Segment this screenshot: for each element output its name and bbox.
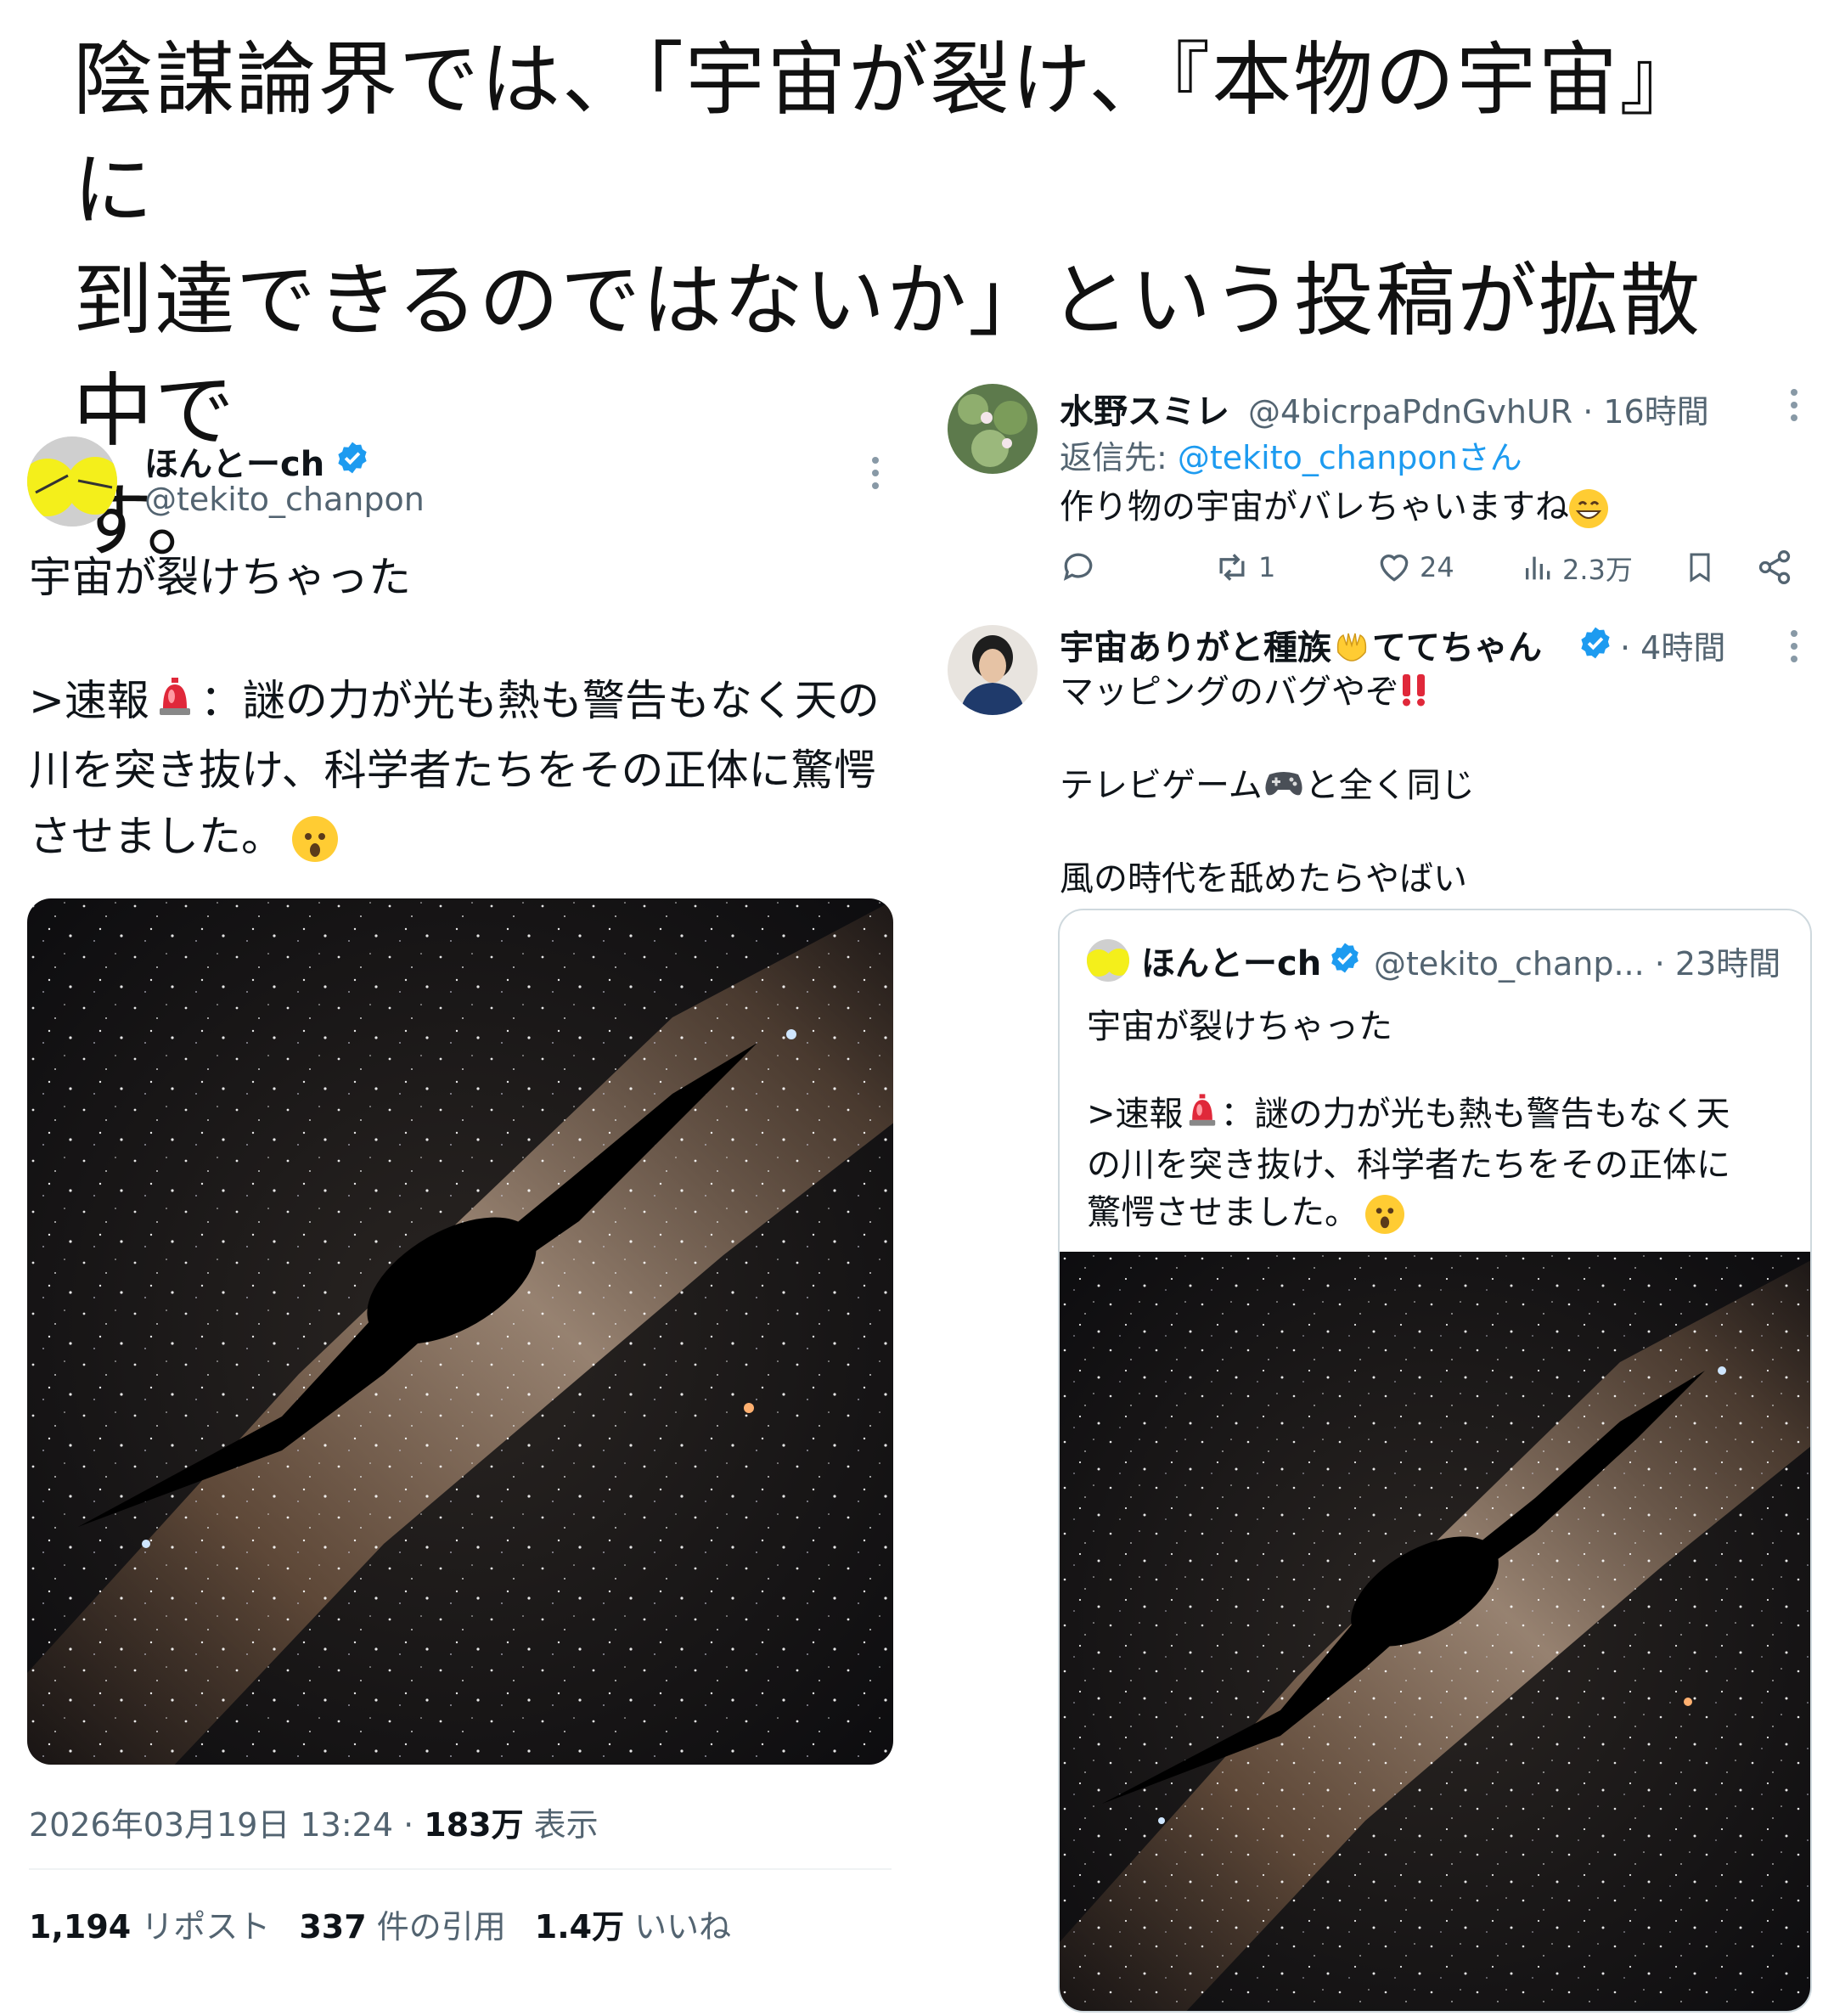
siren-emoji-icon (1184, 1091, 1221, 1141)
reply2-display-name-a: 宇宙ありがと種族 (1060, 628, 1331, 667)
like-button[interactable]: 24 (1376, 549, 1454, 586)
reply1-text: 作り物の宇宙がバレちゃいますね (1060, 487, 1569, 527)
bookmark-icon[interactable] (1683, 549, 1717, 586)
main-tweet-body-prefix: >速報 (29, 676, 149, 725)
gamepad-emoji-icon (1263, 766, 1305, 808)
main-tweet-views-label: 表示 (523, 1806, 599, 1844)
verified-badge-icon (1581, 627, 1610, 659)
reposts-count: 1,194 (29, 1908, 132, 1946)
quoted-tweet-handle-time: @tekito_chanp... · 23時間 (1374, 945, 1781, 983)
main-tweet-meta: 2026年03月19日 13:24 · 183万 表示 (29, 1799, 599, 1845)
more-options-icon[interactable] (863, 452, 888, 494)
quoted-tweet-body-prefix: >速報 (1087, 1095, 1184, 1134)
main-tweet-divider (29, 1868, 892, 1870)
double-exclamation-emoji-icon (1399, 671, 1430, 717)
views-button[interactable]: 2.3万 (1522, 549, 1633, 588)
reply1-text-row: 作り物の宇宙がバレちゃいますね (1060, 479, 1608, 528)
reply1-display-name[interactable]: 水野スミレ (1060, 384, 1229, 433)
quoted-tweet-card[interactable]: ほんとーch @tekito_chanp... · 23時間 宇宙が裂けちゃった… (1058, 909, 1812, 2013)
retweet-button[interactable]: 1 (1212, 549, 1275, 586)
main-tweet-timestamp[interactable]: 2026年03月19日 13:24 · (29, 1806, 424, 1844)
reply2-text-line1-text: マッピングのバグやぞ (1060, 673, 1399, 712)
main-tweet-handle[interactable]: @tekito_chanpon (144, 481, 425, 518)
main-tweet-stats: 1,194 リポスト 337 件の引用 1.4万 いいね (29, 1901, 731, 1947)
grin-emoji-icon (1569, 489, 1608, 528)
quoted-tweet-body: >速報 ：謎の力が光も熱も警告もなく天 の川を突き抜け、科学者たちをその正体に 驚… (1087, 1090, 1783, 1236)
reposts-label: リポスト (141, 1908, 271, 1946)
reply1-like-count: 24 (1420, 551, 1454, 583)
astonished-emoji-icon (1365, 1194, 1404, 1234)
main-tweet-text-line1: 宇宙が裂けちゃった (29, 553, 411, 602)
reply2-avatar[interactable] (948, 625, 1038, 715)
verified-badge-icon (338, 442, 367, 474)
more-options-icon[interactable] (1781, 384, 1807, 426)
reply1-handle-time[interactable]: @4bicrpaPdnGvhUR · 16時間 (1248, 386, 1709, 432)
reply2-text-line2: テレビゲーム と全く同じ (1060, 757, 1475, 808)
quotes-count: 337 (299, 1908, 367, 1946)
main-tweet-avatar[interactable] (27, 436, 117, 527)
views-icon (1526, 556, 1550, 580)
reply2-display-name-b: ててちゃん (1372, 628, 1542, 667)
reply2-time[interactable]: · 4時間 (1620, 622, 1725, 668)
quotes-label: 件の引用 (376, 1908, 506, 1946)
siren-emoji-icon (153, 671, 197, 737)
reposts-stat[interactable]: 1,194 リポスト (29, 1901, 270, 1947)
reply1-view-count: 2.3万 (1562, 554, 1633, 586)
reply2-text-line1: マッピングのバグやぞ (1060, 664, 1430, 717)
likes-label: いいね (634, 1908, 732, 1946)
likes-count: 1.4万 (534, 1908, 625, 1946)
reply2-text-line2b: と全く同じ (1304, 766, 1475, 805)
reply1-actions: 1 24 2.3万 (1060, 545, 1807, 593)
reply1-reply-to-label: 返信先: (1060, 439, 1178, 476)
quoted-tweet-image[interactable] (1060, 1252, 1810, 2011)
likes-stat[interactable]: 1.4万 いいね (535, 1901, 731, 1947)
quoted-tweet-avatar (1087, 939, 1129, 982)
quotes-stat[interactable]: 337 件の引用 (299, 1901, 505, 1947)
reply2-text-line3: 風の時代を舐めたらやばい (1060, 859, 1467, 898)
quoted-tweet-display-name: ほんとーch (1141, 944, 1322, 983)
reply-icon[interactable] (1060, 549, 1097, 586)
main-tweet-display-name[interactable]: ほんとーch (144, 436, 324, 486)
main-tweet-views-count: 183万 (424, 1806, 524, 1844)
astonished-emoji-icon (292, 816, 338, 862)
reply1-avatar[interactable] (948, 384, 1038, 474)
share-icon[interactable] (1756, 549, 1793, 586)
reply2-text-line2a: テレビゲーム (1060, 766, 1263, 805)
more-options-icon[interactable] (1781, 625, 1807, 667)
reply1-reply-to: 返信先: @tekito_chanponさん (1060, 431, 1522, 478)
quoted-tweet-text-line1: 宇宙が裂けちゃった (1087, 1007, 1392, 1046)
reply1-reply-to-handle[interactable]: @tekito_chanponさん (1178, 439, 1522, 476)
retweet-icon (1219, 554, 1245, 581)
main-tweet-image[interactable] (27, 898, 893, 1765)
like-icon (1380, 555, 1409, 582)
main-tweet-body: >速報 ：謎の力が光も熱も警告もなく天の 川を突き抜け、科学者たちをその正体に驚愕… (29, 667, 886, 870)
verified-badge-icon (1331, 943, 1359, 973)
reply1-retweet-count: 1 (1258, 551, 1276, 583)
